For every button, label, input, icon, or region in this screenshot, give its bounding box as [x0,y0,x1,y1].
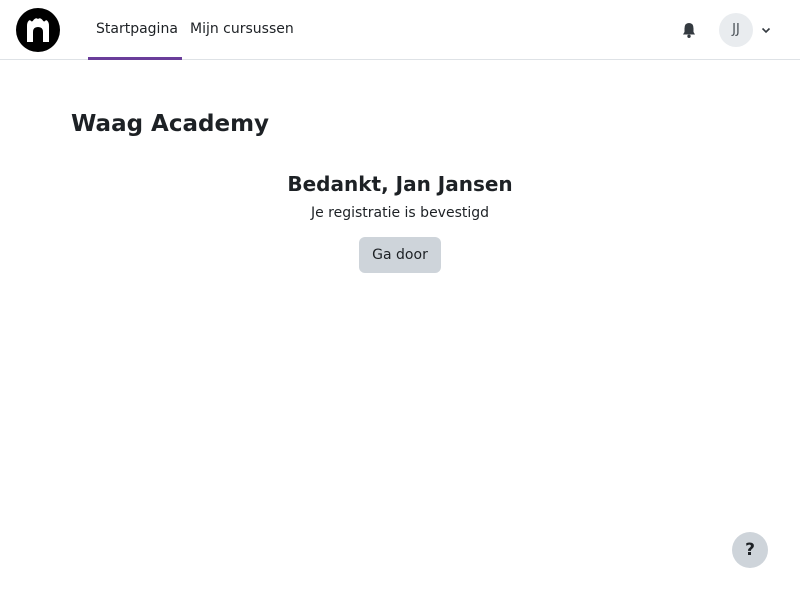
top-navbar: Startpagina Mijn cursussen JJ [0,0,800,60]
waag-logo-icon[interactable] [16,8,60,52]
page-title: Waag Academy [71,111,270,137]
nav-item-mijn-cursussen[interactable]: Mijn cursussen [182,0,302,60]
confirmation-panel: Bedankt, Jan Jansen Je registratie is be… [0,168,800,273]
help-button[interactable]: ? [732,532,768,568]
bell-icon[interactable] [680,21,698,39]
chevron-down-icon[interactable] [760,24,772,36]
user-avatar[interactable]: JJ [719,13,753,47]
confirmation-heading: Bedankt, Jan Jansen [287,172,513,196]
nav-item-startpagina[interactable]: Startpagina [88,0,182,60]
continue-button[interactable]: Ga door [359,237,441,273]
confirmation-message: Je registratie is bevestigd [310,205,490,221]
